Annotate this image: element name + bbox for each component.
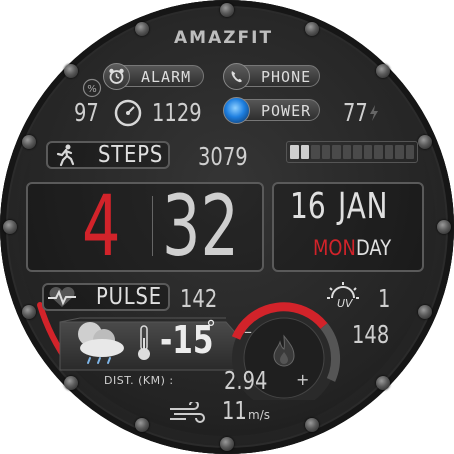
gauge-plus: + xyxy=(296,370,310,389)
weather-temperature-unit: ° xyxy=(206,316,216,340)
wind-icon xyxy=(170,402,205,423)
distance-value: 2.94 xyxy=(224,366,268,395)
distance-label: DIST. (KM) : xyxy=(104,374,174,387)
flame-icon xyxy=(273,334,295,367)
thermometer-icon xyxy=(138,325,150,360)
weather-cloud-icon xyxy=(78,322,124,364)
wind-value: 11 xyxy=(222,396,247,425)
wind-unit: m/s xyxy=(248,408,270,422)
gauge-minus: – xyxy=(244,322,252,341)
